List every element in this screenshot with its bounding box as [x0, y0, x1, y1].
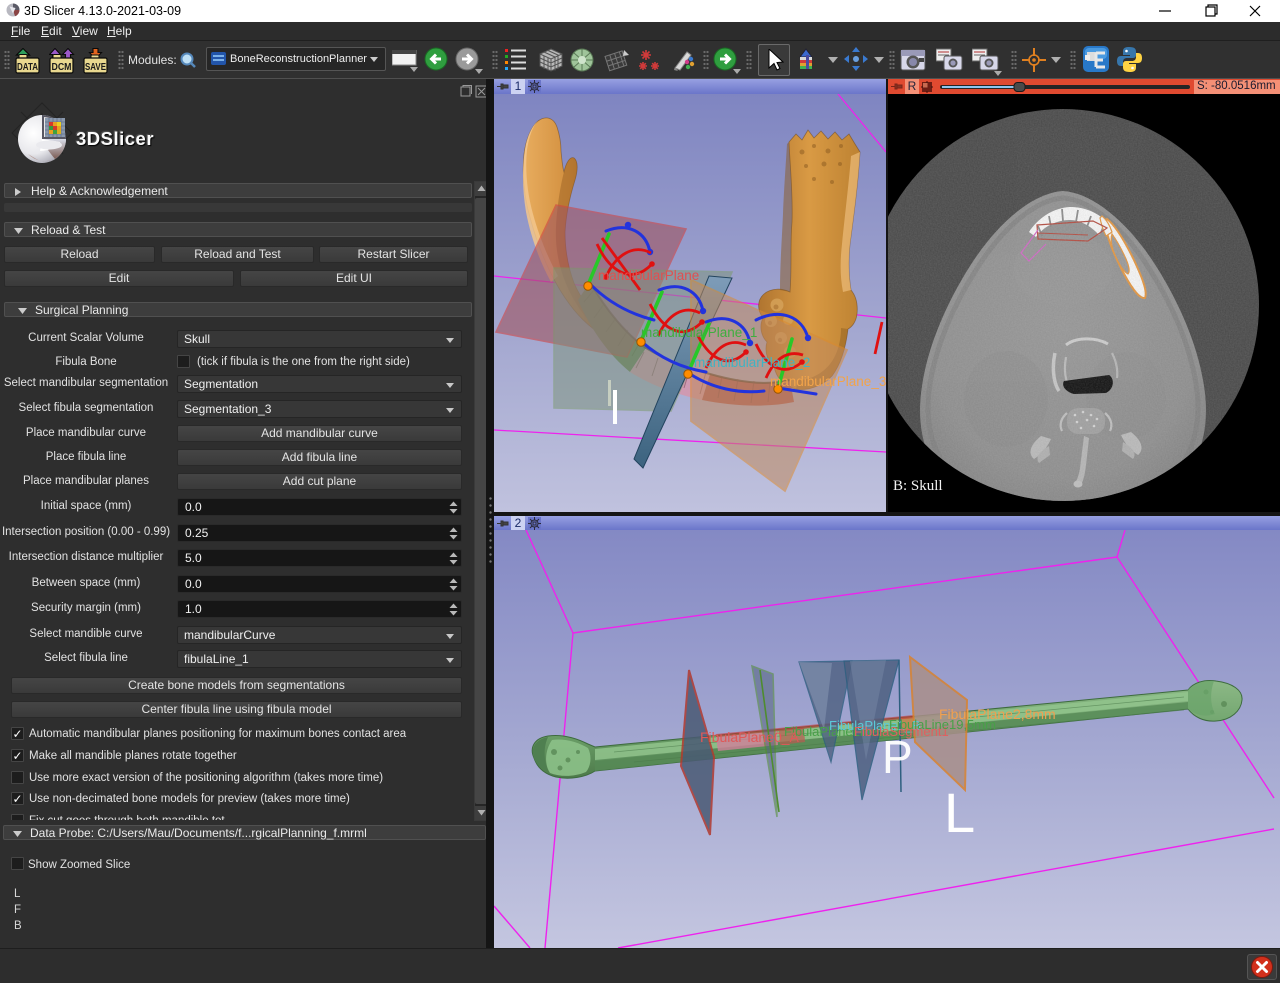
svg-text:DCM: DCM — [52, 62, 72, 73]
svg-text:P: P — [882, 731, 913, 783]
svg-text:L: L — [944, 781, 975, 844]
svg-text:B: Skull: B: Skull — [893, 478, 943, 494]
svg-text:DATA: DATA — [17, 62, 38, 73]
svg-text:mandibularPlane_2: mandibularPlane_2 — [694, 355, 810, 370]
svg-text:FibulaPlane0_A: FibulaPlane0_A — [700, 729, 800, 745]
svg-text:mandibularPlane_1: mandibularPlane_1 — [641, 325, 757, 340]
svg-text:SAVE: SAVE — [85, 62, 106, 73]
svg-text:mandibularPlane: mandibularPlane — [598, 268, 699, 283]
svg-text:FibulaPlane2,8mm: FibulaPlane2,8mm — [939, 706, 1056, 722]
svg-text:mandibularPlane_3: mandibularPlane_3 — [770, 374, 886, 389]
